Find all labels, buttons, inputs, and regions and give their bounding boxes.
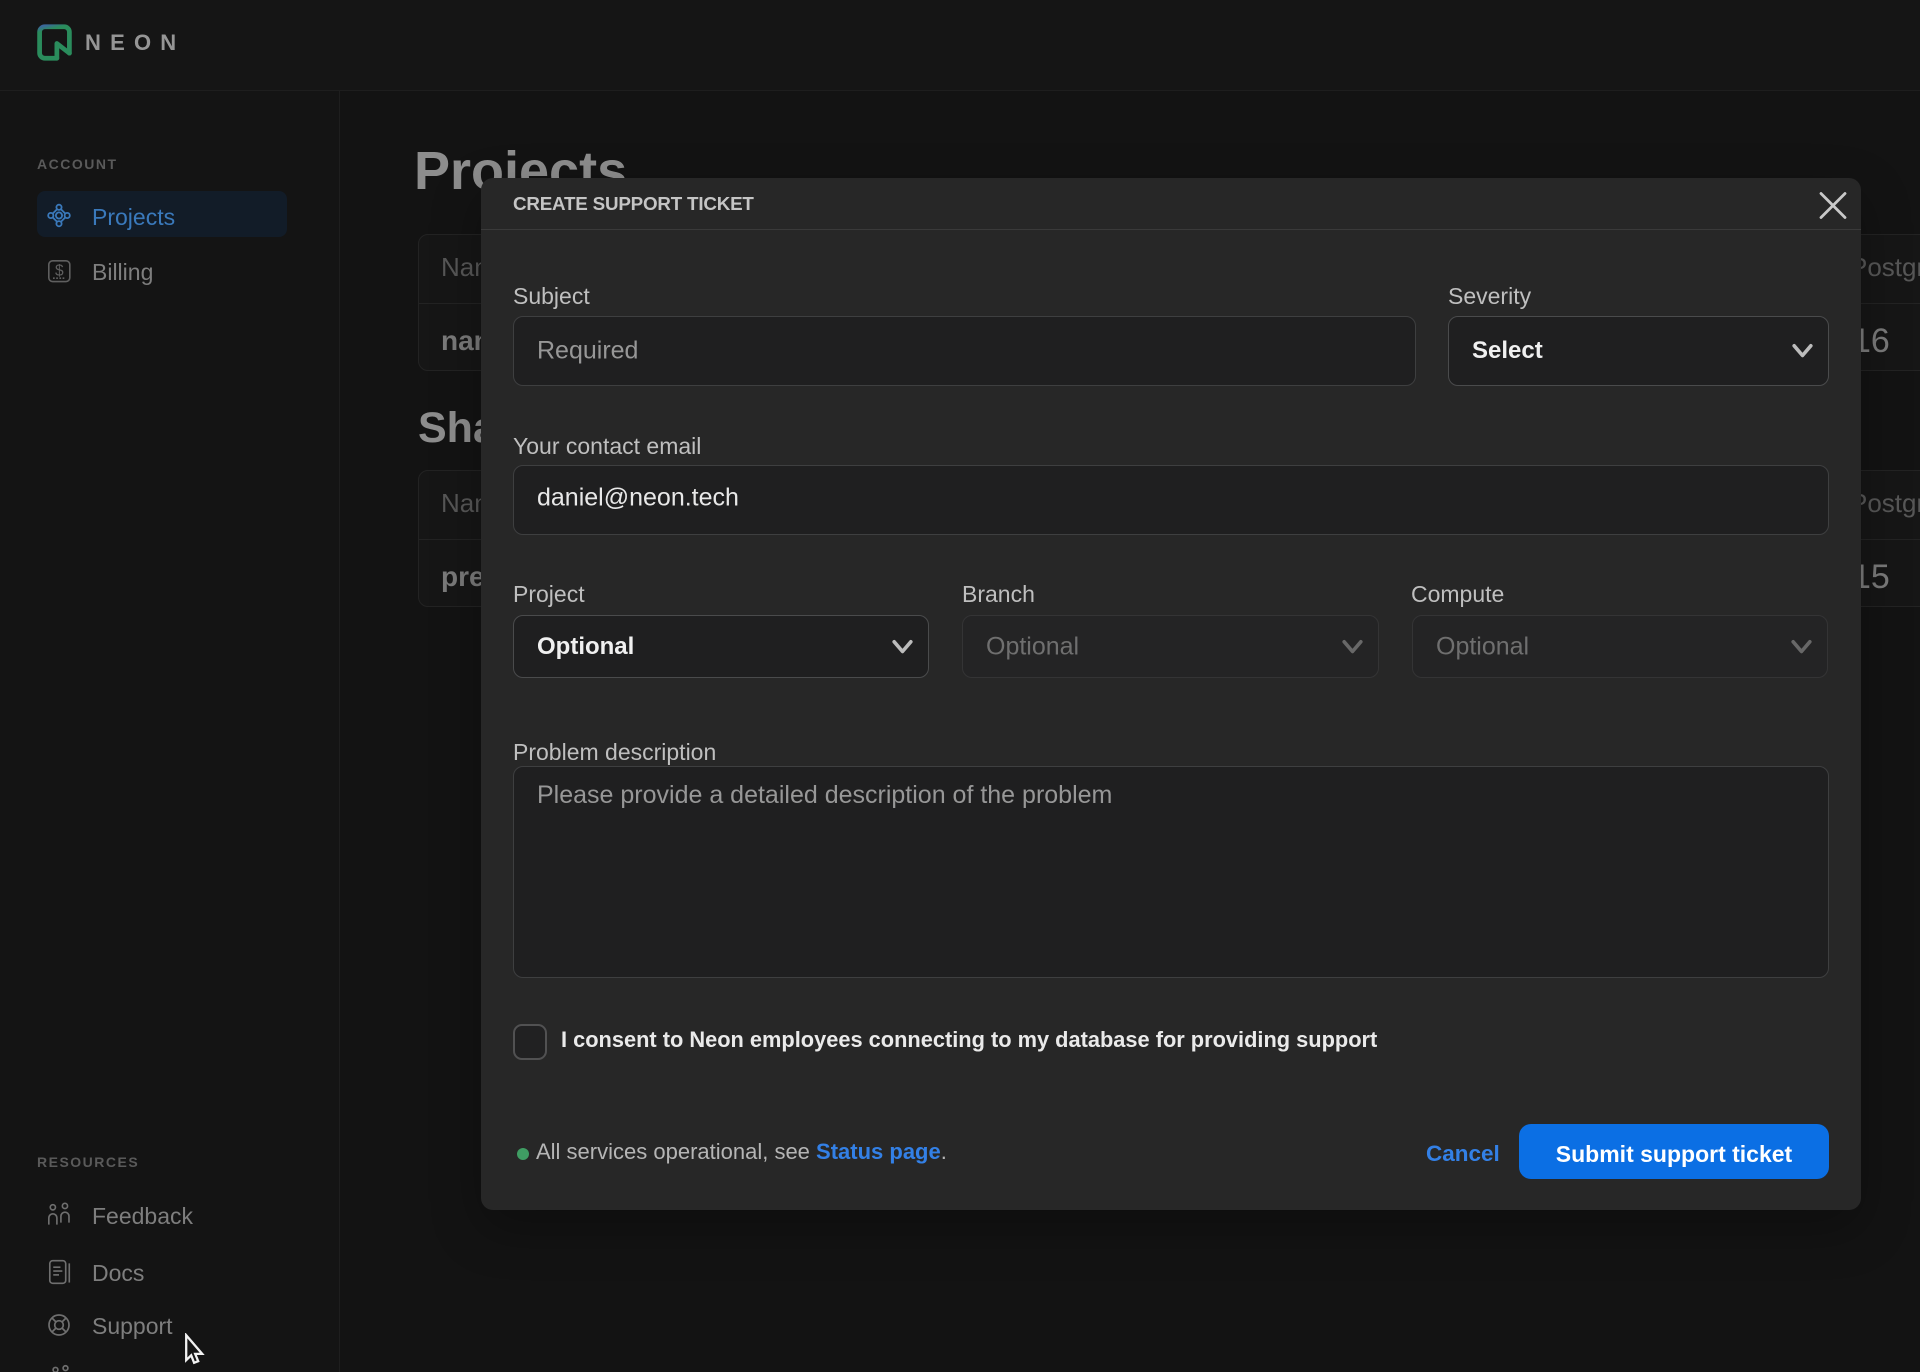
svg-text:$: $: [55, 262, 64, 279]
